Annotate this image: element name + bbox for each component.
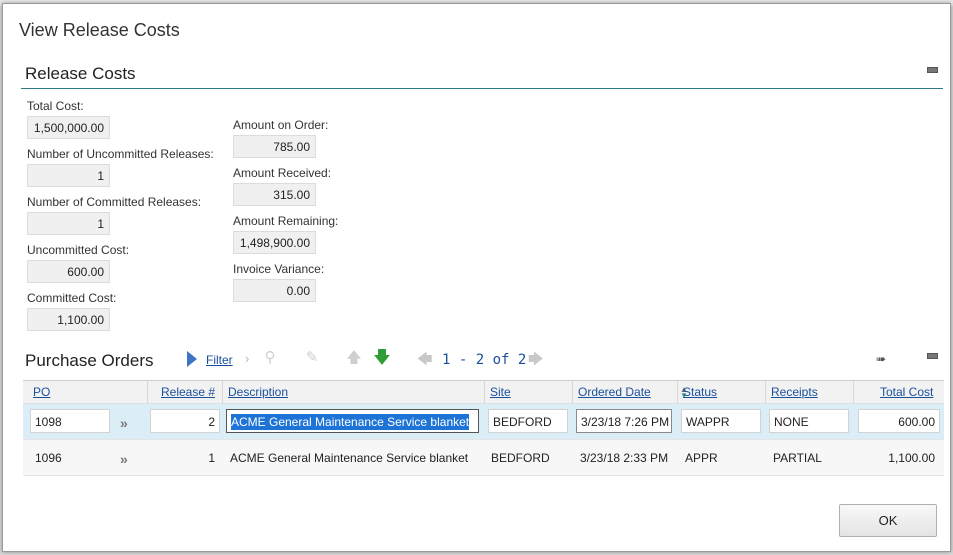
arrow-right-icon[interactable]: 🡆: [528, 349, 544, 374]
column-divider: [484, 381, 485, 404]
arrow-down-icon[interactable]: 🡇: [373, 349, 391, 367]
committed-cost-label: Committed Cost:: [27, 291, 117, 305]
site-cell[interactable]: BEDFORD: [488, 409, 568, 433]
uncommitted-cost-value: 600.00: [27, 260, 110, 283]
ordered-date-cell: 3/23/18 2:33 PM: [580, 451, 669, 465]
column-divider: [222, 381, 223, 404]
section-divider: [21, 88, 943, 89]
description-selected-text: ACME General Maintenance Service blanket: [231, 414, 470, 430]
chevron-right-icon: ›: [245, 351, 250, 366]
description-cell: ACME General Maintenance Service blanket: [230, 451, 469, 465]
column-header-ordered-date[interactable]: Ordered Date: [578, 385, 651, 399]
committed-releases-value: 1: [27, 212, 110, 235]
amount-on-order-label: Amount on Order:: [233, 118, 329, 132]
uncommitted-cost-label: Uncommitted Cost:: [27, 243, 130, 257]
search-icon[interactable]: ⚲: [261, 349, 279, 367]
column-divider: [853, 381, 854, 404]
column-header-receipts[interactable]: Receipts: [771, 385, 818, 399]
pager-text: 1 - 2 of 2: [442, 352, 527, 368]
release-costs-title: Release Costs: [25, 64, 136, 83]
column-divider: [147, 381, 148, 404]
status-cell: APPR: [685, 451, 718, 465]
column-divider: [765, 381, 766, 404]
amount-remaining-label: Amount Remaining:: [233, 214, 339, 228]
table-header: PO Release # Description Site Ordered Da…: [23, 381, 944, 404]
download-icon[interactable]: ➠: [876, 352, 886, 366]
purchase-orders-table: PO Release # Description Site Ordered Da…: [23, 380, 944, 476]
site-cell: BEDFORD: [491, 451, 550, 465]
total-cost-cell[interactable]: 600.00: [858, 409, 940, 433]
table-row[interactable]: 1098 » 2 ACME General Maintenance Servic…: [23, 404, 944, 440]
total-cost-label: Total Cost:: [27, 99, 84, 113]
po-cell[interactable]: 1098: [30, 409, 110, 433]
committed-releases-label: Number of Committed Releases:: [27, 195, 202, 209]
total-cost-value: 1,500,000.00: [27, 116, 110, 139]
description-cell[interactable]: ACME General Maintenance Service blanket: [226, 409, 479, 433]
release-cell: 1: [208, 451, 215, 465]
amount-received-value: 315.00: [233, 183, 316, 206]
invoice-variance-label: Invoice Variance:: [233, 262, 325, 276]
view-release-costs-dialog: View Release Costs Release Costs Total C…: [2, 3, 951, 552]
filter-link[interactable]: Filter: [206, 353, 233, 367]
column-header-total-cost[interactable]: Total Cost: [880, 385, 933, 399]
column-header-status[interactable]: Status: [683, 385, 717, 399]
amount-remaining-value: 1,498,900.00: [233, 231, 316, 254]
release-cell[interactable]: 2: [150, 409, 220, 433]
column-divider: [677, 381, 678, 404]
column-header-release[interactable]: Release #: [161, 385, 215, 399]
column-header-description[interactable]: Description: [228, 385, 288, 399]
dialog-title: View Release Costs: [19, 20, 180, 40]
amount-on-order-value: 785.00: [233, 135, 316, 158]
column-divider: [572, 381, 573, 404]
double-chevron-icon[interactable]: »: [120, 451, 128, 467]
amount-received-label: Amount Received:: [233, 166, 332, 180]
arrow-up-icon[interactable]: 🡅: [345, 349, 363, 367]
invoice-variance-value: 0.00: [233, 279, 316, 302]
double-chevron-icon[interactable]: »: [120, 415, 128, 431]
ok-button[interactable]: OK: [839, 504, 937, 537]
total-cost-cell: 1,100.00: [888, 451, 935, 465]
arrow-left-icon[interactable]: 🡄: [417, 349, 433, 374]
receipts-cell[interactable]: NONE: [769, 409, 849, 433]
committed-cost-value: 1,100.00: [27, 308, 110, 331]
ordered-date-cell[interactable]: 3/23/18 7:26 PM: [576, 409, 672, 433]
uncommitted-releases-label: Number of Uncommitted Releases:: [27, 147, 214, 161]
purchase-orders-title: Purchase Orders: [25, 351, 154, 370]
status-cell[interactable]: WAPPR: [681, 409, 761, 433]
po-cell[interactable]: 1096: [35, 451, 62, 465]
filter-arrow-icon[interactable]: [187, 351, 197, 367]
eraser-icon[interactable]: ✎: [303, 349, 321, 367]
minimize-icon[interactable]: [927, 67, 938, 73]
table-row[interactable]: 1096 » 1 ACME General Maintenance Servic…: [23, 440, 944, 476]
minimize-icon[interactable]: [927, 353, 938, 359]
column-header-site[interactable]: Site: [490, 385, 511, 399]
uncommitted-releases-value: 1: [27, 164, 110, 187]
column-header-po[interactable]: PO: [33, 385, 50, 399]
receipts-cell: PARTIAL: [773, 451, 822, 465]
